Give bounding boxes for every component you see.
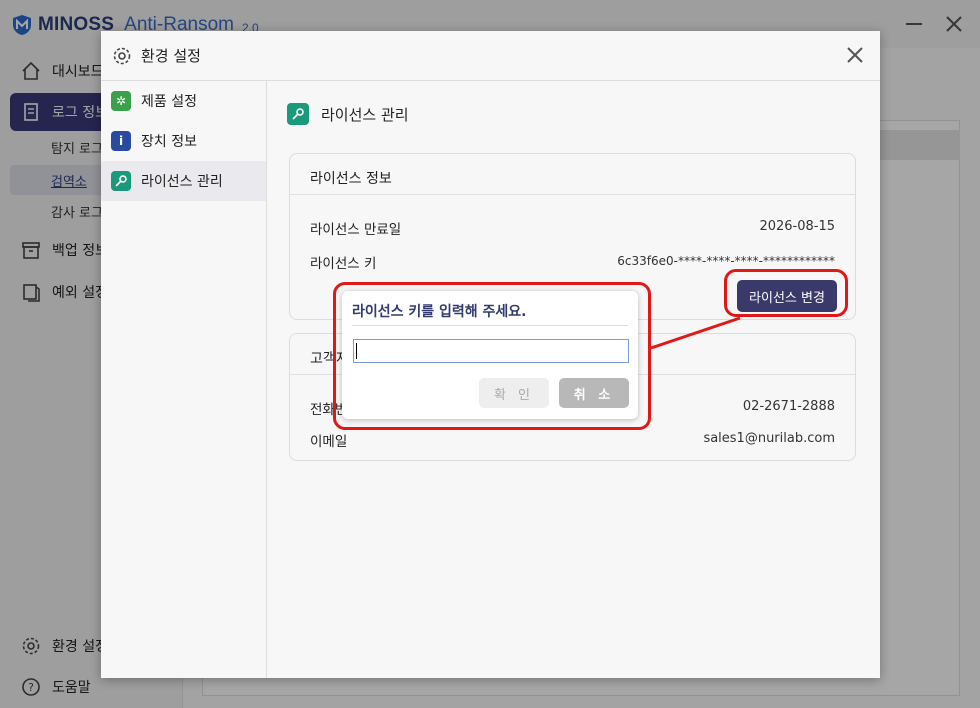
settings-nav-label: 제품 설정 xyxy=(141,94,197,110)
gear-icon xyxy=(113,47,131,64)
settings-nav-label: 장치 정보 xyxy=(141,134,197,150)
phone-value: 02-2671-2888 xyxy=(742,399,835,414)
page-title: 라이선스 관리 xyxy=(287,103,409,125)
key-icon xyxy=(111,171,131,191)
license-expiry-value: 2026-08-15 xyxy=(759,219,835,234)
license-expiry-label: 라이선스 만료일 xyxy=(310,222,402,238)
card-title: 라이선스 정보 xyxy=(310,171,392,187)
info-icon: i xyxy=(111,131,131,151)
email-label: 이메일 xyxy=(310,434,348,450)
settings-title: 환경 설정 xyxy=(141,47,201,65)
page-title-text: 라이선스 관리 xyxy=(321,105,409,124)
license-key-label: 라이선스 키 xyxy=(310,256,377,272)
settings-nav-license[interactable]: 라이선스 관리 xyxy=(101,161,266,201)
license-key-value: 6c33f6e0-****-****-****-************ xyxy=(617,254,835,268)
highlight-change-license xyxy=(724,269,848,317)
settings-nav-label: 라이선스 관리 xyxy=(141,174,223,190)
highlight-prompt xyxy=(333,282,651,430)
settings-nav-product[interactable]: ✲ 제품 설정 xyxy=(101,81,266,121)
settings-header: 환경 설정 xyxy=(101,31,880,81)
close-icon[interactable] xyxy=(843,43,867,67)
card-divider xyxy=(290,194,855,195)
key-icon xyxy=(287,103,309,125)
gear-icon: ✲ xyxy=(111,91,131,111)
settings-nav: ✲ 제품 설정 i 장치 정보 라이선스 관리 xyxy=(101,81,267,678)
email-value: sales1@nurilab.com xyxy=(703,431,835,446)
settings-nav-device[interactable]: i 장치 정보 xyxy=(101,121,266,161)
